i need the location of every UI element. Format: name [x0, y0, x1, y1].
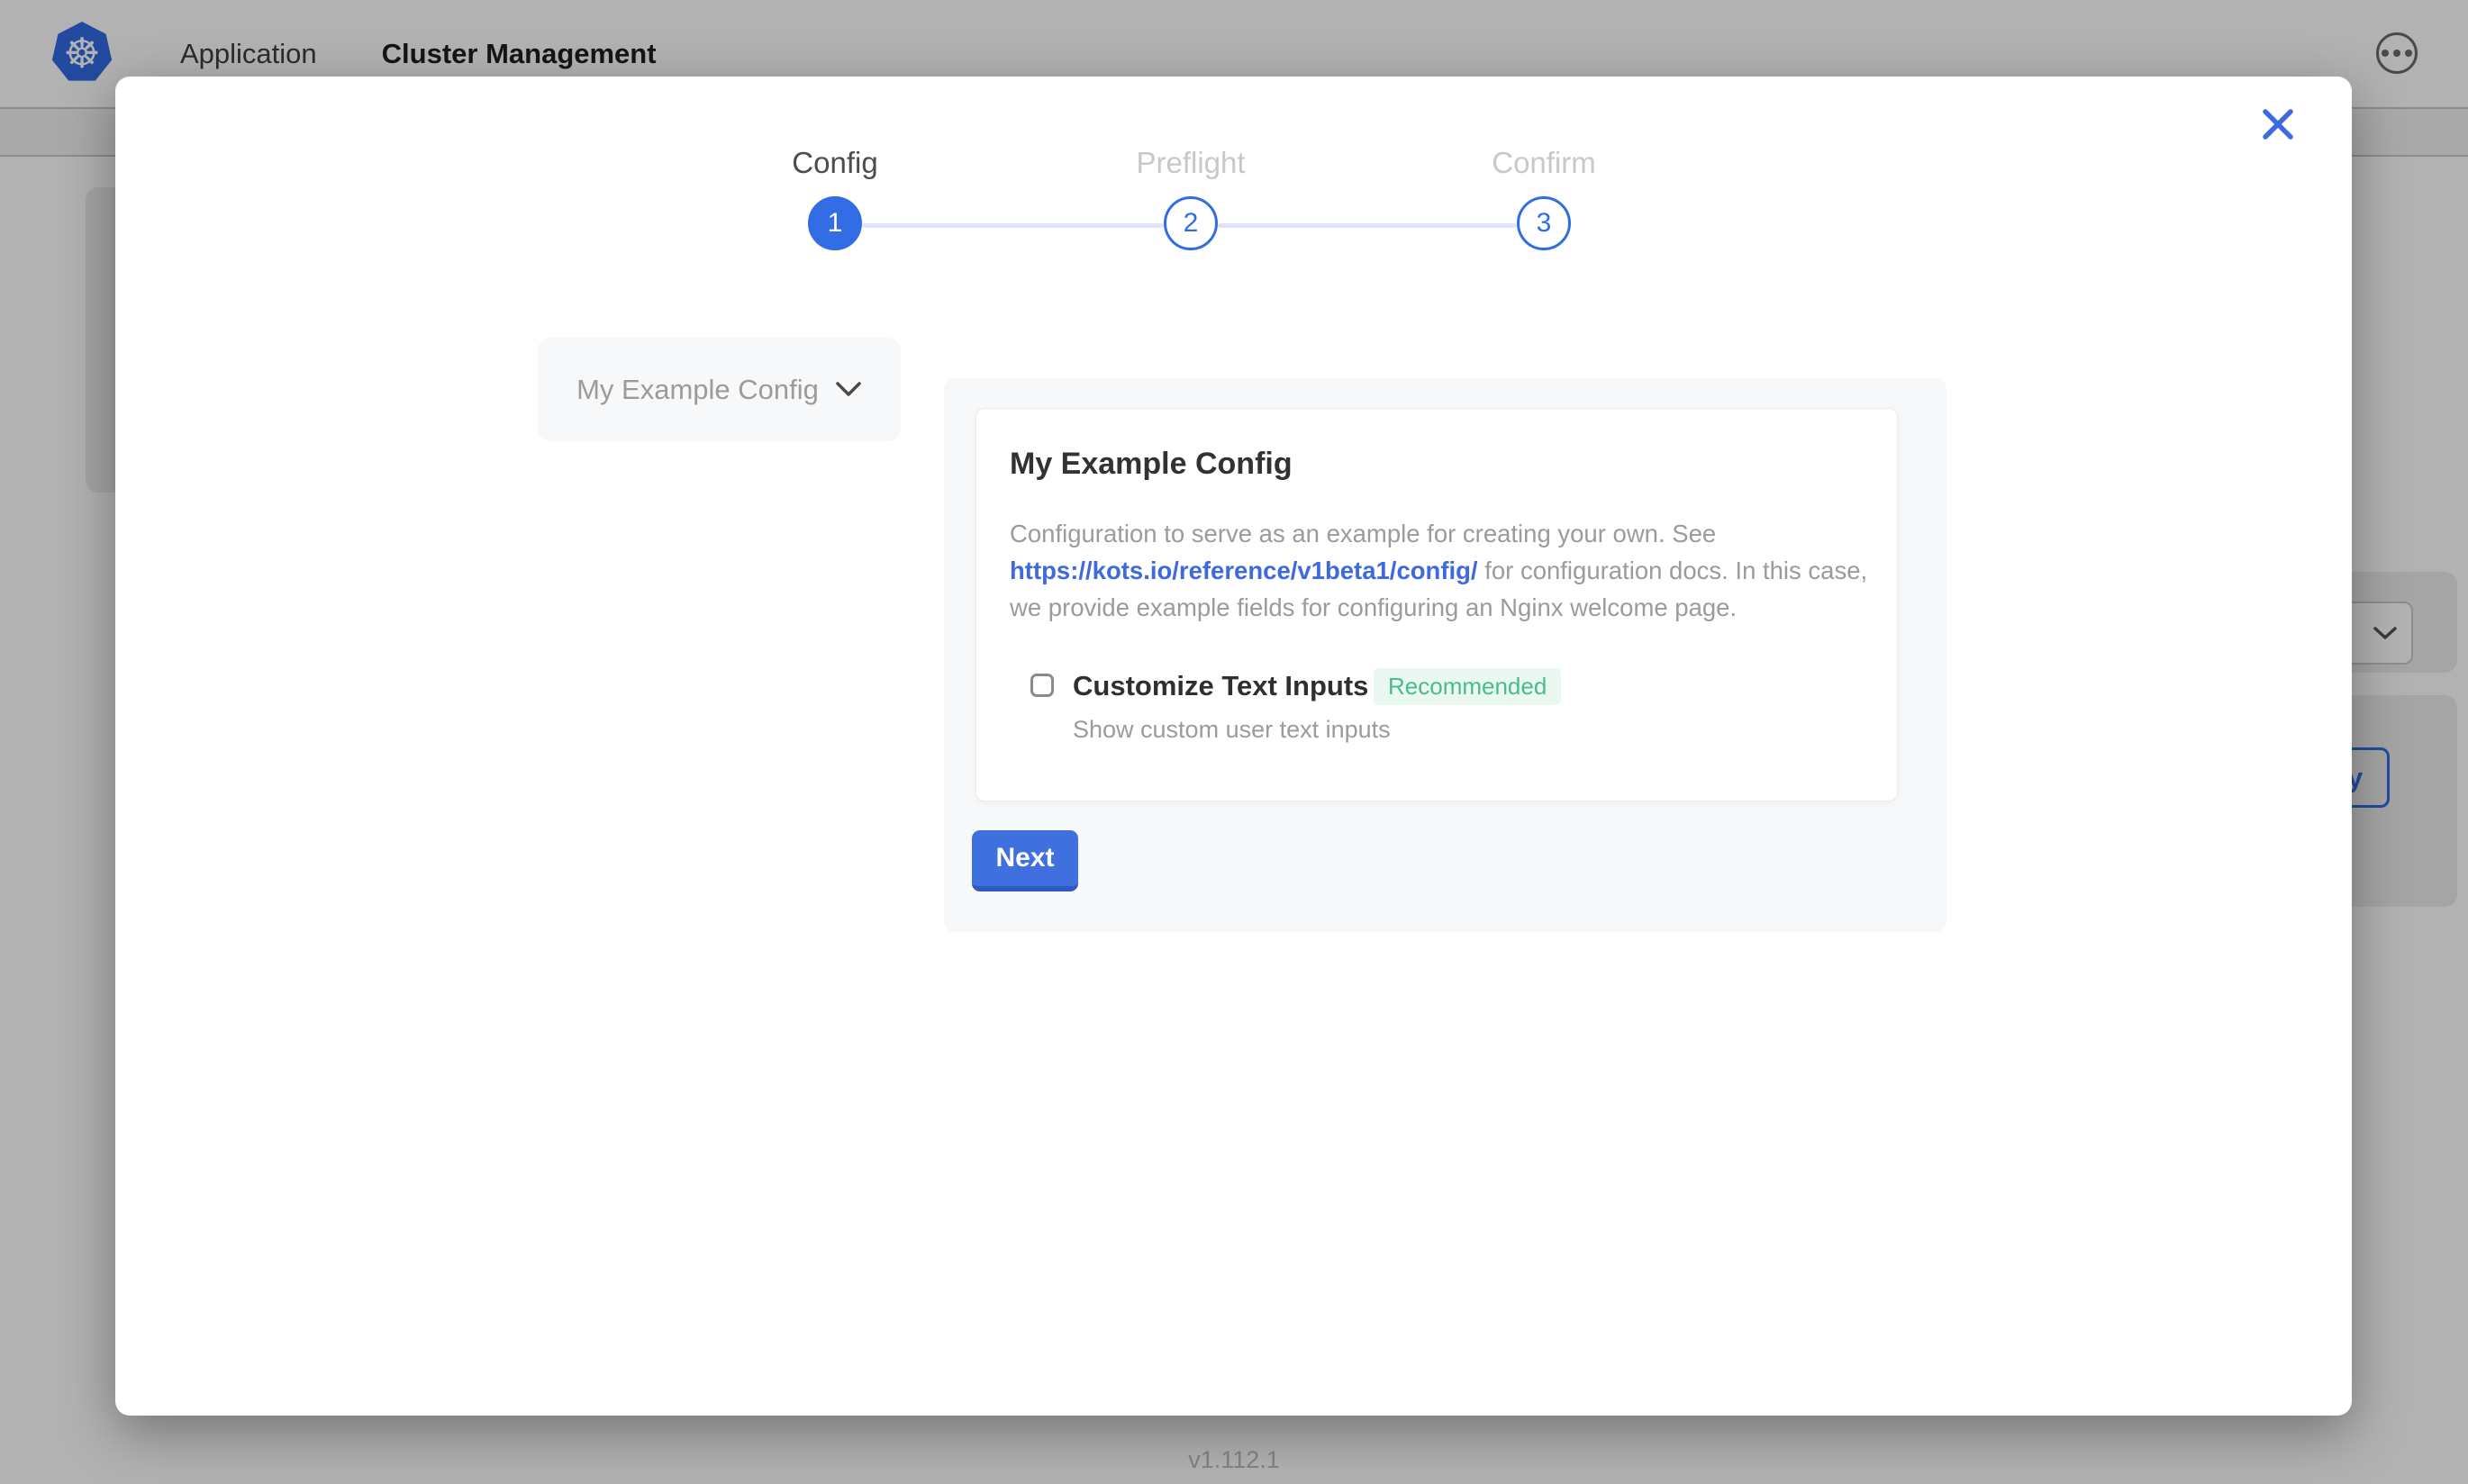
- step-confirm: Confirm 3: [1445, 144, 1643, 250]
- step-circle: 1: [808, 196, 862, 250]
- close-icon: [2261, 107, 2295, 141]
- config-group-card: My Example Config Configuration to serve…: [975, 408, 1898, 801]
- config-group-dropdown[interactable]: My Example Config: [538, 338, 901, 441]
- step-circle: 2: [1164, 196, 1218, 250]
- config-panel: My Example Config Configuration to serve…: [944, 378, 1946, 932]
- step-config: Config 1: [736, 144, 934, 250]
- checkbox-help-text: Show custom user text inputs: [1073, 716, 1391, 744]
- config-group-label: My Example Config: [576, 374, 819, 406]
- config-group-description: Configuration to serve as an example for…: [1010, 515, 1901, 626]
- description-text: Configuration to serve as an example for…: [1010, 520, 1716, 547]
- config-group-title: My Example Config: [1010, 447, 1293, 482]
- step-preflight: Preflight 2: [1092, 144, 1290, 250]
- close-button[interactable]: [2252, 98, 2304, 150]
- config-wizard-modal: Config 1 Preflight 2 Confirm 3 My Exampl…: [115, 77, 2352, 1416]
- recommended-badge: Recommended: [1374, 668, 1561, 705]
- step-circle: 3: [1517, 196, 1571, 250]
- checkbox-label[interactable]: Customize Text Inputs: [1073, 670, 1368, 702]
- next-button[interactable]: Next: [972, 830, 1078, 891]
- chevron-down-icon: [835, 381, 862, 398]
- step-label: Config: [736, 144, 934, 182]
- step-label: Preflight: [1092, 144, 1290, 182]
- config-docs-link[interactable]: https://kots.io/reference/v1beta1/config…: [1010, 556, 1478, 584]
- customize-text-inputs-checkbox[interactable]: [1030, 674, 1054, 697]
- step-label: Confirm: [1445, 144, 1643, 182]
